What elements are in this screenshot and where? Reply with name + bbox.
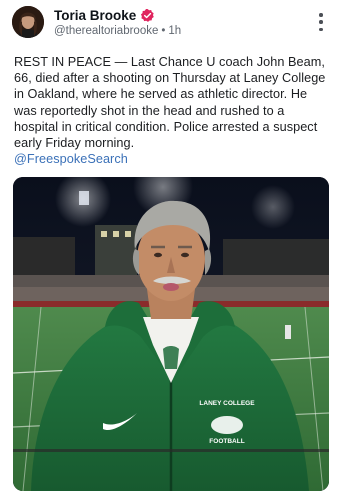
- more-vertical-icon[interactable]: [318, 13, 324, 31]
- jacket-text-line1: LANEY COLLEGE: [199, 400, 255, 407]
- avatar[interactable]: [12, 6, 44, 38]
- post-timestamp[interactable]: 1h: [168, 25, 181, 37]
- post-header: Toria Brooke @therealtoriabrooke • 1h: [0, 0, 342, 44]
- post-text: REST IN PEACE — Last Chance U coach John…: [14, 55, 326, 151]
- author-display-name[interactable]: Toria Brooke: [54, 8, 136, 23]
- meta-separator: •: [161, 25, 166, 37]
- verified-badge-icon: [140, 8, 155, 23]
- author-meta-row: @therealtoriabrooke • 1h: [54, 25, 181, 37]
- post-body: REST IN PEACE — Last Chance U coach John…: [14, 54, 332, 167]
- author-handle[interactable]: @therealtoriabrooke: [54, 25, 158, 37]
- jacket-text-line2: FOOTBALL: [209, 438, 244, 445]
- post-image[interactable]: LANEY COLLEGE FOOTBALL: [13, 177, 329, 491]
- author-name-row: Toria Brooke: [54, 8, 155, 23]
- mention-link[interactable]: @FreespokeSearch: [14, 151, 332, 167]
